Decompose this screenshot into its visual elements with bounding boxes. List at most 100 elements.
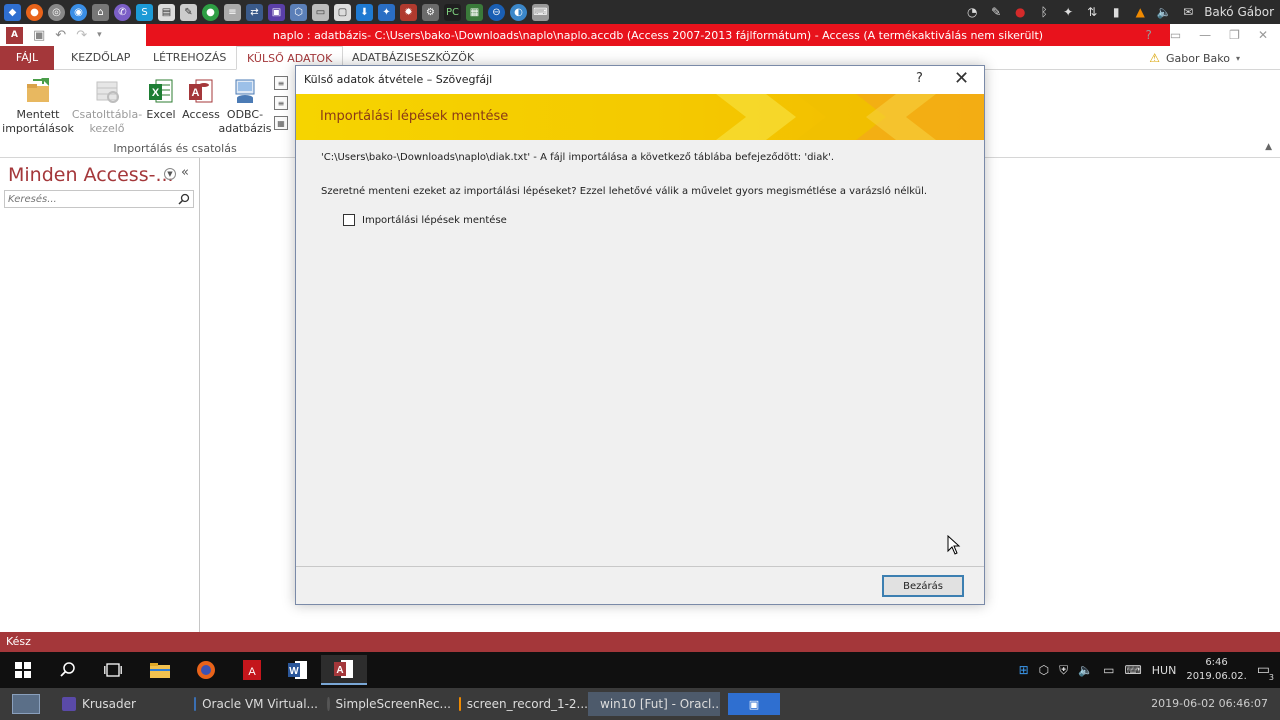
collapse-ribbon-icon[interactable]: ▲ xyxy=(1265,142,1272,152)
taskbar-access[interactable]: A xyxy=(321,655,367,685)
database-icon[interactable]: ≡ xyxy=(224,3,241,21)
dropbox-icon[interactable]: ✦ xyxy=(378,3,395,21)
import-text-dialog: Külső adatok átvétele – Szövegfájl ? ✕ I… xyxy=(295,65,985,605)
more-sources-icon[interactable]: ▦ xyxy=(274,116,288,130)
text-editor-icon[interactable]: ✎ xyxy=(180,3,197,21)
chevron-down-icon: ▾ xyxy=(1235,53,1240,63)
tab-home[interactable]: KEZDŐLAP xyxy=(61,46,140,70)
vm-indicator[interactable]: ▣ xyxy=(728,693,780,715)
dialog-close-icon[interactable]: ✕ xyxy=(954,68,969,89)
excel-import-button[interactable]: X Excel xyxy=(144,76,178,122)
linked-table-manager-button[interactable]: Csatolttábla- kezelő xyxy=(72,76,142,136)
network-icon[interactable]: ⇄ xyxy=(246,3,263,21)
task-virtualbox[interactable]: Oracle VM Virtual... xyxy=(188,692,318,716)
taskbar-firefox[interactable] xyxy=(183,655,229,685)
show-desktop-button[interactable] xyxy=(12,694,40,714)
close-icon[interactable]: ✕ xyxy=(1258,28,1268,42)
xml-file-icon[interactable]: ≡ xyxy=(274,96,288,110)
qat-customize-icon[interactable]: ▾ xyxy=(97,30,102,40)
dropbox-tray-icon[interactable]: ✦ xyxy=(1060,4,1076,20)
minus-app-icon[interactable]: ⊖ xyxy=(488,3,505,21)
close-button[interactable]: Bezárás xyxy=(882,575,964,597)
ime-tray-icon[interactable]: ⌨ xyxy=(1124,663,1141,677)
notes-icon[interactable]: ✎ xyxy=(988,4,1004,20)
viber-icon[interactable]: ✆ xyxy=(114,3,131,21)
task-win10-vm[interactable]: win10 [Fut] - Oracl... xyxy=(588,692,720,716)
search-icon[interactable] xyxy=(178,193,190,205)
action-center-icon[interactable]: ▭ 3 xyxy=(1257,662,1274,682)
firefox-icon[interactable]: ● xyxy=(26,3,43,21)
odbc-import-button[interactable]: ODBC- adatbázis xyxy=(218,76,272,136)
nav-menu-chevron-icon[interactable]: ▼ xyxy=(164,168,176,180)
tab-file[interactable]: FÁJL xyxy=(0,46,54,70)
task-view-button[interactable] xyxy=(90,655,136,685)
bluetooth-icon[interactable]: ᛒ xyxy=(1036,4,1052,20)
navigation-pane: Minden Access-... ▼ « xyxy=(0,158,200,632)
chromium-icon[interactable]: ◎ xyxy=(48,3,65,21)
nav-search-input[interactable] xyxy=(5,191,173,207)
menu-icon[interactable]: ◆ xyxy=(4,3,21,21)
download-icon[interactable]: ⬇ xyxy=(356,3,373,21)
windows-start-button[interactable] xyxy=(0,655,46,685)
windows-flag-tray-icon[interactable]: ⊞ xyxy=(1019,663,1029,677)
image-icon[interactable]: ▦ xyxy=(466,3,483,21)
odbc-label-2: adatbázis xyxy=(218,122,272,135)
vm-icon[interactable]: ▣ xyxy=(268,3,285,21)
restore-icon[interactable]: ❐ xyxy=(1229,28,1240,42)
gear-red-icon[interactable]: ✹ xyxy=(400,3,417,21)
text-file-icon[interactable]: ≡ xyxy=(274,76,288,90)
home-icon[interactable]: ⌂ xyxy=(92,3,109,21)
nav-pane-title[interactable]: Minden Access-... xyxy=(8,164,174,186)
browser-icon[interactable]: ◉ xyxy=(70,3,87,21)
window-icon[interactable]: ▭ xyxy=(312,3,329,21)
system-tray: ◔ ✎ ● ᛒ ✦ ⇅ ▮ ▲ 🔈 ✉ Bakó Gábor xyxy=(964,0,1280,24)
save-steps-checkbox[interactable] xyxy=(343,214,355,226)
save-steps-option[interactable]: Importálási lépések mentése xyxy=(343,214,507,226)
minimize-icon[interactable]: — xyxy=(1199,28,1211,42)
saved-imports-label-1: Mentett xyxy=(16,108,60,121)
security-tray-icon[interactable]: ⛨ xyxy=(1059,663,1068,678)
tab-create[interactable]: LÉTREHOZÁS xyxy=(143,46,236,70)
record-icon[interactable]: ● xyxy=(1012,4,1028,20)
task-krusader[interactable]: Krusader xyxy=(56,692,186,716)
undo-icon[interactable]: ↶ xyxy=(55,28,66,43)
green-app-icon[interactable]: ● xyxy=(202,3,219,21)
network-tray-icon[interactable]: ▭ xyxy=(1103,663,1114,677)
clock-icon[interactable]: ◔ xyxy=(964,4,980,20)
taskbar-search-button[interactable] xyxy=(45,655,91,685)
skype-icon[interactable]: S xyxy=(136,3,153,21)
language-indicator[interactable]: HUN xyxy=(1152,664,1177,677)
ribbon-display-icon[interactable]: ▭ xyxy=(1170,28,1181,42)
keyboard-icon[interactable]: ⌨ xyxy=(532,3,549,21)
mail-icon[interactable]: ✉ xyxy=(1180,4,1196,20)
top-panel-user[interactable]: Bakó Gábor xyxy=(1204,5,1274,19)
save-icon[interactable]: ▣ xyxy=(33,28,45,43)
nav-collapse-icon[interactable]: « xyxy=(181,165,189,180)
virtualbox-tray-icon[interactable]: ⬡ xyxy=(1039,663,1049,677)
saved-imports-icon xyxy=(27,78,49,102)
account-area[interactable]: ⚠ Gabor Bako ▾ xyxy=(1149,46,1240,70)
access-import-button[interactable]: A Access xyxy=(182,76,220,122)
saved-imports-button[interactable]: Mentett importálások xyxy=(2,76,74,136)
screen-icon[interactable]: ▢ xyxy=(334,3,351,21)
clock-app-icon[interactable]: ◐ xyxy=(510,3,527,21)
cube-icon[interactable]: ⬡ xyxy=(290,3,307,21)
speaker-tray-icon[interactable]: 🔈 xyxy=(1078,663,1093,677)
task-screen-record[interactable]: screen_record_1-2... xyxy=(453,692,588,716)
vlc-icon[interactable]: ▲ xyxy=(1132,4,1148,20)
battery-icon[interactable]: ▮ xyxy=(1108,4,1124,20)
windows-clock[interactable]: 6:46 2019.06.02. xyxy=(1186,656,1246,684)
volume-icon[interactable]: 🔈 xyxy=(1156,4,1172,20)
task-simplescreenrecorder[interactable]: SimpleScreenRec... xyxy=(321,692,451,716)
document-icon[interactable]: ▤ xyxy=(158,3,175,21)
taskbar-explorer[interactable] xyxy=(137,655,183,685)
help-button[interactable]: ? xyxy=(1145,28,1151,42)
taskbar-word[interactable]: W xyxy=(275,655,321,685)
taskbar-acrobat[interactable]: A xyxy=(229,655,275,685)
transfer-icon[interactable]: ⇅ xyxy=(1084,4,1100,20)
settings-icon[interactable]: ⚙ xyxy=(422,3,439,21)
pycharm-icon[interactable]: PC xyxy=(444,3,461,21)
redo-icon[interactable]: ↷ xyxy=(76,28,87,43)
svg-text:A: A xyxy=(336,665,343,676)
dialog-help-button[interactable]: ? xyxy=(916,71,923,86)
